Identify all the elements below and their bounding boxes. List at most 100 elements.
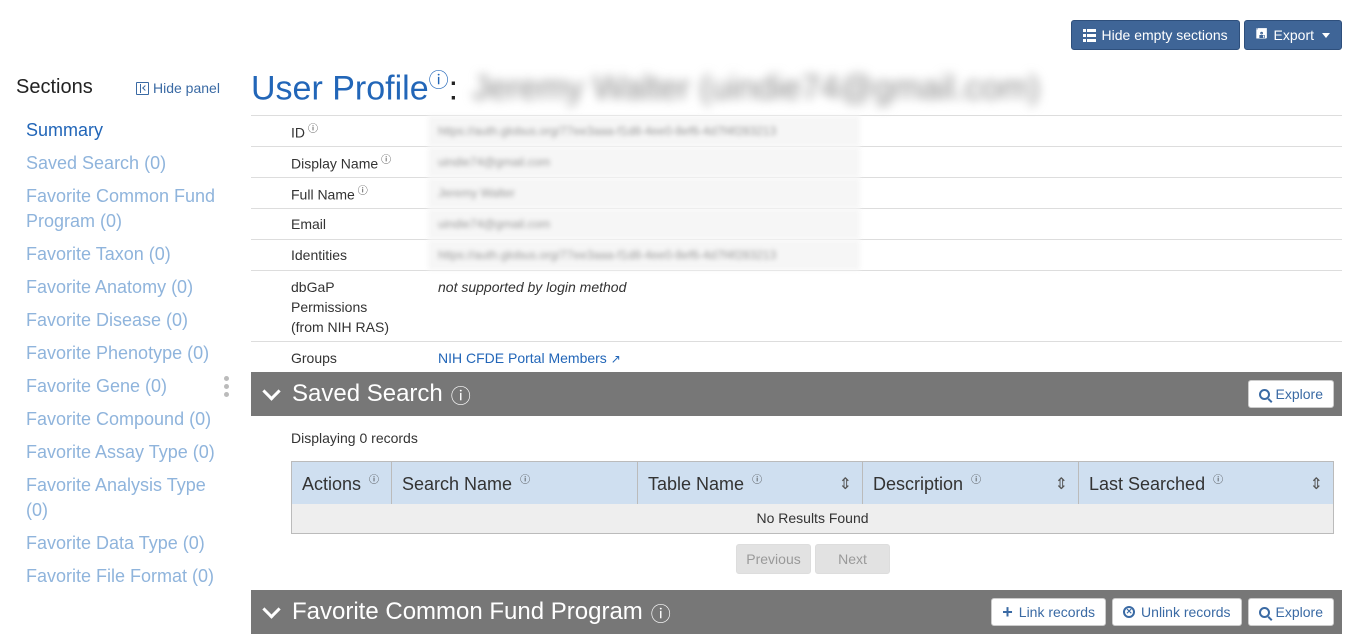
profile-label: dbGaP Permissions (from NIH RAS)	[291, 279, 389, 335]
external-link-icon: ↗	[610, 351, 621, 366]
link-records-button[interactable]: + Link records	[991, 598, 1107, 626]
hide-panel-button[interactable]: Hide panel	[136, 80, 220, 96]
column-header-last-searched[interactable]: Last Searched ⓘ ⇕	[1078, 461, 1334, 504]
profile-row-id: ID ⓘ https://auth.globus.org/77ee3aaa-f1d…	[251, 116, 1342, 147]
info-icon[interactable]: ⓘ	[369, 475, 379, 486]
remove-circle-icon: ✕	[1123, 606, 1136, 618]
profile-label: Groups	[291, 349, 337, 366]
hide-empty-sections-label: Hide empty sections	[1101, 27, 1228, 43]
unlink-records-button[interactable]: ✕ Unlink records	[1112, 598, 1242, 626]
sidebar-item-summary[interactable]: Summary	[26, 118, 222, 143]
profile-value-email: uindie74@gmail.com	[428, 209, 860, 239]
explore-label: Explore	[1275, 386, 1323, 402]
info-icon[interactable]: ⓘ	[752, 475, 762, 486]
profile-value-identities: https://auth.globus.org/77ee3aaa-f1d8-4e…	[428, 240, 860, 270]
column-header-actions: Actions ⓘ	[291, 461, 392, 504]
sidebar-item-favorite-compound[interactable]: Favorite Compound (0)	[26, 407, 222, 432]
table-row: No Results Found	[291, 503, 1334, 534]
sidebar-item-saved-search[interactable]: Saved Search (0)	[26, 151, 222, 176]
unlink-records-label: Unlink records	[1141, 604, 1231, 620]
section-title: Saved Search	[292, 380, 443, 407]
sidebar-item-favorite-anatomy[interactable]: Favorite Anatomy (0)	[26, 275, 222, 300]
profile-value-id: https://auth.globus.org/77ee3aaa-f1d8-4e…	[428, 116, 860, 146]
profile-value-dbgap: not supported by login method	[438, 279, 627, 295]
profile-value-full-name: Jeremy Walter	[428, 178, 860, 208]
table-header-row: Actions ⓘ Search Name ⓘ Table Name ⓘ ⇕ De…	[291, 461, 1334, 504]
chevron-down-icon[interactable]	[262, 381, 281, 401]
sidebar-list: Summary Saved Search (0) Favorite Common…	[26, 118, 222, 597]
empty-results-message: No Results Found	[291, 503, 1334, 534]
profile-row-display-name: Display Name ⓘ uindie74@gmail.com	[251, 147, 1342, 178]
export-label: Export	[1273, 27, 1314, 43]
section-actions: Explore	[1247, 380, 1334, 408]
groups-link[interactable]: NIH CFDE Portal Members ↗	[398, 350, 621, 366]
profile-label: Display Name ⓘ	[291, 154, 392, 172]
export-button[interactable]: 🖪 Export	[1243, 20, 1342, 50]
explore-button[interactable]: Explore	[1247, 380, 1334, 408]
profile-row-full-name: Full Name ⓘ Jeremy Walter	[251, 178, 1342, 209]
sections-sidebar: Sections Hide panel Summary Saved Search…	[0, 0, 236, 635]
sidebar-heading: Sections	[16, 76, 93, 98]
title-info-icon[interactable]: ⓘ	[429, 70, 449, 92]
pagination: Previous Next	[736, 544, 890, 574]
sort-icon[interactable]: ⇕	[839, 474, 852, 494]
top-toolbar: Hide empty sections 🖪 Export	[1070, 20, 1342, 50]
link-records-label: Link records	[1018, 604, 1096, 620]
column-header-description[interactable]: Description ⓘ ⇕	[862, 461, 1079, 504]
caret-down-icon	[1322, 32, 1330, 38]
previous-button[interactable]: Previous	[736, 544, 811, 574]
info-icon[interactable]: ⓘ	[971, 475, 981, 486]
chevron-down-icon[interactable]	[262, 599, 281, 619]
column-header-table-name[interactable]: Table Name ⓘ ⇕	[637, 461, 863, 504]
profile-row-identities: Identities https://auth.globus.org/77ee3…	[251, 240, 1342, 271]
profile-label: Full Name ⓘ	[291, 185, 368, 203]
profile-label: Email	[291, 216, 327, 232]
panel-resize-handle[interactable]	[224, 376, 229, 397]
sidebar-item-favorite-taxon[interactable]: Favorite Taxon (0)	[26, 242, 222, 267]
profile-value-display-name: uindie74@gmail.com	[428, 147, 860, 177]
section-actions: + Link records ✕ Unlink records Explore	[991, 598, 1334, 626]
section-title: Favorite Common Fund Program	[292, 598, 643, 625]
saved-search-section-header[interactable]: Saved Search ⓘ Explore	[251, 372, 1342, 416]
info-icon[interactable]: ⓘ	[358, 186, 368, 197]
sidebar-item-favorite-file-format[interactable]: Favorite File Format (0)	[26, 564, 222, 589]
sort-icon[interactable]: ⇕	[1055, 474, 1068, 494]
collapse-panel-icon	[136, 81, 149, 95]
profile-row-dbgap: dbGaP Permissions (from NIH RAS) not sup…	[251, 271, 1342, 342]
page-title: User Profileⓘ: Jeremy Walter (uindie74@gm…	[251, 64, 1040, 108]
explore-label: Explore	[1275, 604, 1323, 620]
export-icon: 🖪	[1255, 25, 1268, 41]
sidebar-item-favorite-analysis-type[interactable]: Favorite Analysis Type (0)	[26, 473, 222, 523]
column-header-search-name: Search Name ⓘ	[391, 461, 638, 504]
info-icon[interactable]: ⓘ	[381, 155, 391, 166]
info-icon[interactable]: ⓘ	[520, 475, 530, 486]
title-colon: :	[448, 69, 459, 108]
profile-table: ID ⓘ https://auth.globus.org/77ee3aaa-f1d…	[251, 115, 1342, 373]
sort-icon[interactable]: ⇕	[1310, 474, 1323, 494]
explore-button[interactable]: Explore	[1247, 598, 1334, 626]
plus-icon: +	[1002, 602, 1013, 622]
favorite-cfp-section-header[interactable]: Favorite Common Fund Program ⓘ + Link re…	[251, 590, 1342, 634]
search-icon	[1258, 388, 1270, 400]
info-icon[interactable]: ⓘ	[451, 380, 471, 409]
next-button[interactable]: Next	[815, 544, 890, 574]
info-icon[interactable]: ⓘ	[651, 598, 671, 627]
profile-row-groups: Groups NIH CFDE Portal Members ↗	[251, 342, 1342, 373]
sidebar-item-favorite-assay-type[interactable]: Favorite Assay Type (0)	[26, 440, 222, 465]
title-subject-redacted: Jeremy Walter (uindie74@gmail.com)	[472, 69, 1041, 108]
hide-empty-sections-button[interactable]: Hide empty sections	[1070, 20, 1240, 50]
sidebar-item-favorite-gene[interactable]: Favorite Gene (0)	[26, 374, 222, 399]
profile-label: ID ⓘ	[291, 123, 318, 141]
saved-search-table: Actions ⓘ Search Name ⓘ Table Name ⓘ ⇕ De…	[291, 461, 1334, 534]
info-icon[interactable]: ⓘ	[1213, 475, 1223, 486]
sidebar-item-favorite-common-fund-program[interactable]: Favorite Common Fund Program (0)	[26, 184, 222, 234]
sidebar-item-favorite-disease[interactable]: Favorite Disease (0)	[26, 308, 222, 333]
hide-panel-label: Hide panel	[153, 80, 220, 96]
profile-row-email: Email uindie74@gmail.com	[251, 209, 1342, 240]
profile-label: Identities	[291, 247, 348, 263]
page-title-text: User Profile	[251, 69, 429, 108]
record-count: Displaying 0 records	[291, 430, 418, 446]
sidebar-item-favorite-phenotype[interactable]: Favorite Phenotype (0)	[26, 341, 222, 366]
info-icon[interactable]: ⓘ	[308, 124, 318, 135]
sidebar-item-favorite-data-type[interactable]: Favorite Data Type (0)	[26, 531, 222, 556]
